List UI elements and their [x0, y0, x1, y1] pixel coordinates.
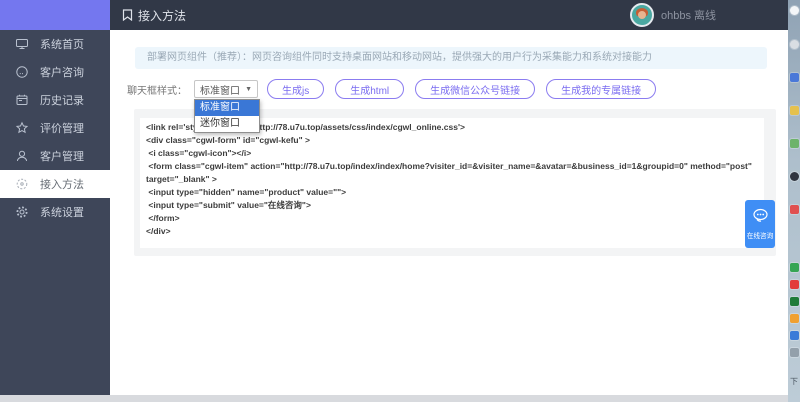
sidebar-item-label: 评价管理 — [40, 120, 84, 136]
code-line: target="_blank" > — [146, 173, 758, 186]
chat-style-label: 聊天框样式： — [127, 82, 187, 97]
user-name[interactable]: ohbbs 离线 — [661, 7, 716, 23]
chevron-down-icon: ▼ — [245, 86, 252, 93]
partial-taskbar-icon — [790, 263, 799, 272]
partial-browser-icon — [790, 40, 799, 49]
history-icon — [15, 93, 29, 107]
chat-style-dropdown: 标准窗口 迷你窗口 — [194, 99, 260, 133]
user-menu[interactable]: ohbbs 离线 — [630, 3, 716, 27]
sidebar-item-customers[interactable]: 客户管理 — [0, 142, 110, 170]
code-line: <i class="cgwl-icon"></i> — [146, 147, 758, 160]
chat-style-select-wrap: 标准窗口 ▼ 标准窗口 迷你窗口 — [194, 80, 258, 98]
partial-taskbar-icon — [790, 280, 799, 289]
sidebar-item-history[interactable]: 历史记录 — [0, 86, 110, 114]
monitor-icon — [15, 37, 29, 51]
code-line: </form> — [146, 212, 758, 225]
sidebar-item-review[interactable]: 评价管理 — [0, 114, 110, 142]
sidebar-item-label: 接入方法 — [40, 176, 84, 192]
partial-browser-icon — [790, 172, 799, 181]
sidebar-item-label: 历史记录 — [40, 92, 84, 108]
online-consult-button[interactable]: 在线咨询 — [745, 200, 775, 248]
sidebar-item-label: 系统设置 — [40, 204, 84, 220]
partial-browser-icon — [790, 6, 799, 15]
generate-exclusive-link-button[interactable]: 生成我的专属链接 — [546, 79, 656, 99]
partial-browser-icon — [790, 139, 799, 148]
partial-browser-icon — [790, 106, 799, 115]
sidebar-item-label: 客户咨询 — [40, 64, 84, 80]
access-icon — [15, 177, 29, 191]
sidebar-item-label: 系统首页 — [40, 36, 84, 52]
chat-icon — [15, 65, 29, 79]
main-content: 部署网页组件（推荐）：网页咨询组件同时支持桌面网站和移动网站，提供强大的用户行为… — [110, 30, 788, 395]
partial-taskbar-icon — [790, 348, 799, 357]
code-line: <input type="hidden" name="product" valu… — [146, 186, 758, 199]
partial-browser-icon — [790, 73, 799, 82]
sidebar-item-settings[interactable]: 系统设置 — [0, 198, 110, 226]
sidebar-item-label: 客户管理 — [40, 148, 84, 164]
bookmark-icon — [122, 9, 133, 21]
sidebar-item-consult[interactable]: 客户咨询 — [0, 58, 110, 86]
dropdown-option-standard[interactable]: 标准窗口 — [195, 100, 259, 116]
avatar[interactable] — [630, 3, 654, 27]
chat-bubble-icon — [752, 208, 769, 228]
code-line: <input type="submit" value="在线咨询"> — [146, 199, 758, 212]
sidebar-item-home[interactable]: 系统首页 — [0, 30, 110, 58]
partial-browser-icon — [790, 205, 799, 214]
gear-icon — [15, 205, 29, 219]
online-consult-label: 在线咨询 — [747, 231, 774, 241]
controls-row: 聊天框样式： 标准窗口 ▼ 标准窗口 迷你窗口 生成js 生成html 生成微信… — [127, 79, 656, 99]
generate-js-button[interactable]: 生成js — [267, 79, 324, 99]
partial-taskbar-icon — [790, 331, 799, 340]
sidebar: 系统首页 客户咨询 历史记录 评价管理 客户管理 — [0, 30, 110, 395]
bottom-strip — [0, 395, 800, 402]
embed-code: <link rel='stylesheet' href='http://78.u… — [140, 118, 764, 241]
sidebar-item-access[interactable]: 接入方法 — [0, 170, 110, 198]
header-bar: 接入方法 ohbbs 离线 — [110, 0, 788, 30]
deploy-notice: 部署网页组件（推荐）：网页咨询组件同时支持桌面网站和移动网站，提供强大的用户行为… — [135, 47, 767, 69]
partial-taskbar-icon — [790, 297, 799, 306]
logo-block — [0, 0, 110, 30]
page-title: 接入方法 — [138, 7, 186, 24]
partial-taskbar-icon — [790, 314, 799, 323]
browser-chrome-sliver: 下 — [788, 0, 800, 402]
select-value: 标准窗口 — [200, 82, 240, 97]
star-icon — [15, 121, 29, 135]
code-line: </div> — [146, 225, 758, 238]
partial-text: 下 — [790, 376, 798, 387]
dropdown-option-mini[interactable]: 迷你窗口 — [195, 116, 259, 132]
code-line: <form class="cgwl-item" action="http://7… — [146, 160, 758, 173]
code-line: <div class="cgwl-form" id="cgwl-kefu" > — [146, 134, 758, 147]
page-title-area: 接入方法 — [122, 7, 186, 24]
generate-html-button[interactable]: 生成html — [335, 79, 404, 99]
generate-wechat-link-button[interactable]: 生成微信公众号链接 — [415, 79, 535, 99]
code-box: <link rel='stylesheet' href='http://78.u… — [140, 118, 764, 248]
user-icon — [15, 149, 29, 163]
app-window: 接入方法 ohbbs 离线 系统首页 客户咨询 历史记录 — [0, 0, 800, 402]
chat-style-select[interactable]: 标准窗口 ▼ — [194, 80, 258, 98]
